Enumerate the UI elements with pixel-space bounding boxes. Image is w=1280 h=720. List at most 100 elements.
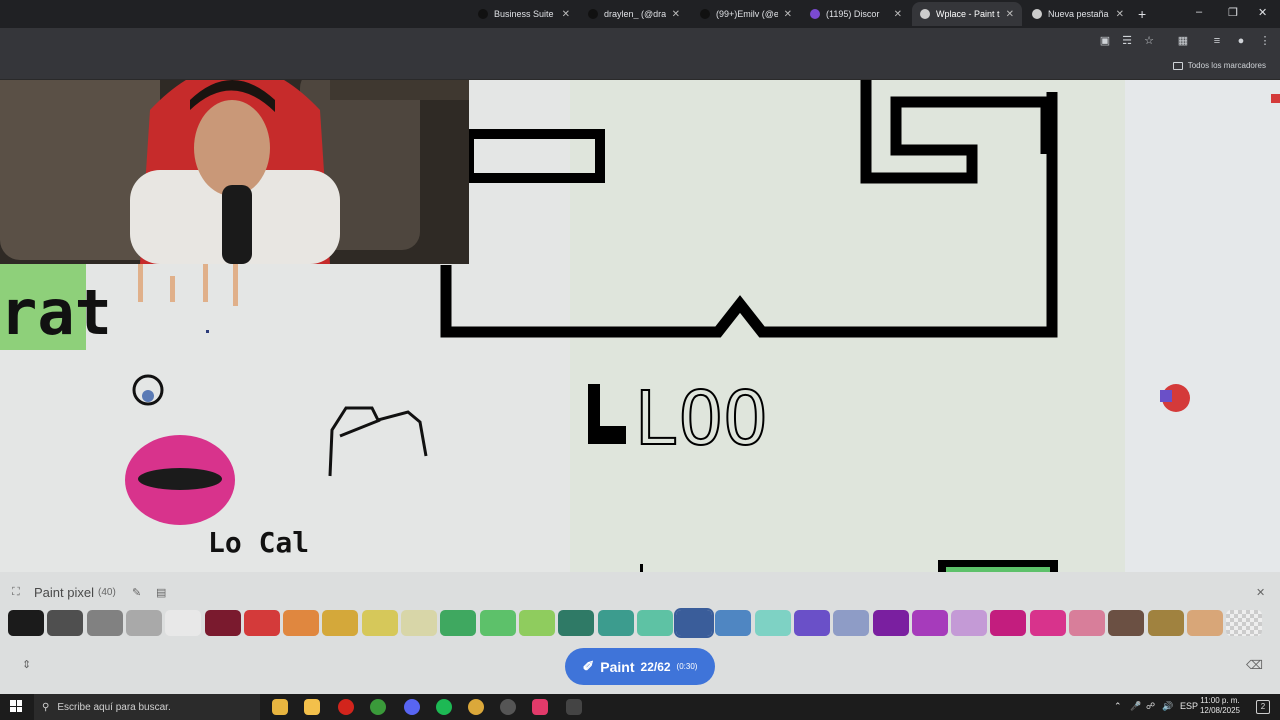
- color-swatch[interactable]: [794, 610, 830, 636]
- tab-title: (99+)Emilv (@em: [716, 9, 778, 19]
- tray-chevron-icon[interactable]: ⌃: [1114, 701, 1122, 712]
- media-player-icon[interactable]: [304, 699, 320, 715]
- color-swatch[interactable]: [755, 610, 791, 636]
- mic-icon[interactable]: 🎤: [1130, 701, 1141, 712]
- color-swatch[interactable]: [1069, 610, 1105, 636]
- save-icon[interactable]: ▤: [156, 586, 166, 599]
- color-swatch[interactable]: [283, 610, 319, 636]
- color-swatch[interactable]: [912, 610, 948, 636]
- tab-close-icon[interactable]: ✕: [672, 9, 680, 20]
- network-icon[interactable]: ☍: [1146, 701, 1155, 712]
- tab-item[interactable]: (1195) Discor ✕: [802, 2, 910, 26]
- tab-close-icon[interactable]: ✕: [562, 9, 570, 20]
- extensions-icon[interactable]: ▦: [1176, 34, 1190, 48]
- discord-icon[interactable]: [404, 699, 420, 715]
- loo-text: LOO: [634, 376, 768, 462]
- bookmark-star-icon[interactable]: ☆: [1142, 34, 1156, 48]
- media-icon[interactable]: ≡: [1210, 34, 1224, 48]
- tab-item[interactable]: draylen_ (@dray ✕: [580, 2, 688, 26]
- file-explorer-icon[interactable]: [272, 699, 288, 715]
- color-swatch[interactable]: [165, 610, 201, 636]
- color-swatch[interactable]: [126, 610, 162, 636]
- tab-close-icon[interactable]: ✕: [784, 9, 792, 20]
- color-swatch[interactable]: [47, 610, 83, 636]
- tab-item[interactable]: Nueva pestaña ✕: [1024, 2, 1132, 26]
- color-swatch[interactable]: [637, 610, 673, 636]
- discord-icon: [810, 9, 820, 19]
- tab-close-icon[interactable]: ✕: [1116, 9, 1124, 20]
- color-swatch[interactable]: [244, 610, 280, 636]
- color-swatch[interactable]: [322, 610, 358, 636]
- expand-icon[interactable]: ⛶: [12, 586, 20, 599]
- color-swatch[interactable]: [715, 610, 751, 636]
- tab-close-icon[interactable]: ✕: [894, 9, 902, 20]
- tab-close-icon[interactable]: ✕: [1006, 9, 1014, 20]
- notifications-badge[interactable]: 2: [1256, 700, 1270, 714]
- color-swatch[interactable]: [1226, 610, 1262, 636]
- settings-icon[interactable]: [566, 699, 582, 715]
- color-swatch[interactable]: [8, 610, 44, 636]
- browser-toolbar: [0, 28, 1280, 56]
- restore-icon[interactable]: ❐: [1228, 6, 1238, 19]
- color-swatch[interactable]: [833, 610, 869, 636]
- paint-count: 22/62: [640, 659, 671, 674]
- screen: Business Suite | T✕draylen_ (@dray✕(99+)…: [0, 0, 1280, 720]
- color-swatch[interactable]: [440, 610, 476, 636]
- pixel-canvas[interactable]: rat LOO Lo Cal: [0, 80, 1280, 572]
- color-swatch[interactable]: [598, 610, 634, 636]
- chrome-icon[interactable]: [468, 699, 484, 715]
- webcam-overlay: [0, 80, 469, 264]
- color-swatch[interactable]: [1108, 610, 1144, 636]
- paint-button[interactable]: ✐ Paint 22/62 (0:30): [565, 648, 715, 685]
- clock-date: 12/08/2025: [1199, 706, 1240, 715]
- obs-icon[interactable]: [500, 699, 516, 715]
- tab-item[interactable]: Wplace - Paint th ✕: [912, 2, 1022, 26]
- tiktok-live-icon[interactable]: [532, 699, 548, 715]
- color-swatch[interactable]: [1187, 610, 1223, 636]
- pencil-icon[interactable]: ✎: [132, 586, 141, 599]
- color-swatch[interactable]: [401, 610, 437, 636]
- volume-icon[interactable]: 🔊: [1162, 701, 1173, 712]
- language-indicator[interactable]: ESP: [1180, 701, 1198, 711]
- menu-icon[interactable]: ⋮: [1258, 34, 1272, 48]
- cast-icon[interactable]: ▣: [1098, 34, 1112, 48]
- color-swatch[interactable]: [951, 610, 987, 636]
- app-green-icon[interactable]: [370, 699, 386, 715]
- color-swatch[interactable]: [674, 608, 714, 638]
- taskbar-search[interactable]: ⚲ Escribe aquí para buscar.: [34, 694, 260, 720]
- color-swatch[interactable]: [87, 610, 123, 636]
- tab-title: draylen_ (@dray: [604, 9, 666, 19]
- tab-item[interactable]: Business Suite | T ✕: [470, 2, 578, 26]
- close-panel-icon[interactable]: ✕: [1256, 586, 1265, 599]
- search-placeholder: Escribe aquí para buscar.: [57, 701, 171, 713]
- eraser-icon[interactable]: ⌫: [1246, 658, 1263, 672]
- tab-title: Wplace - Paint th: [936, 9, 1000, 19]
- color-swatch[interactable]: [1148, 610, 1184, 636]
- clock[interactable]: 11:00 p. m. 12/08/2025: [1200, 696, 1240, 716]
- translate-icon[interactable]: ☴: [1120, 34, 1134, 48]
- opera-icon[interactable]: [338, 699, 354, 715]
- color-swatch[interactable]: [480, 610, 516, 636]
- tab-title: (1195) Discor: [826, 9, 880, 19]
- panel-title: Paint pixel: [34, 585, 94, 600]
- all-bookmarks[interactable]: Todos los marcadores: [1172, 61, 1266, 70]
- color-swatch[interactable]: [519, 610, 555, 636]
- color-swatch[interactable]: [990, 610, 1026, 636]
- color-swatch[interactable]: [558, 610, 594, 636]
- globe-icon: [920, 9, 930, 19]
- color-swatch[interactable]: [1030, 610, 1066, 636]
- minimize-icon[interactable]: –: [1196, 6, 1202, 18]
- tab-item[interactable]: (99+)Emilv (@em ✕: [692, 2, 800, 26]
- close-window-icon[interactable]: ✕: [1258, 6, 1267, 19]
- color-swatch[interactable]: [205, 610, 241, 636]
- new-tab-button[interactable]: +: [1138, 6, 1146, 22]
- windows-start-icon[interactable]: [10, 700, 22, 712]
- color-swatch[interactable]: [362, 610, 398, 636]
- color-swatch[interactable]: [873, 610, 909, 636]
- spotify-icon[interactable]: [436, 699, 452, 715]
- all-bookmarks-label: Todos los marcadores: [1187, 61, 1266, 70]
- profile-avatar[interactable]: ●: [1234, 34, 1248, 48]
- bookmarks-bar: [0, 56, 1280, 80]
- collapse-icon[interactable]: ⇕: [22, 658, 31, 671]
- local-text: Lo Cal: [208, 526, 309, 559]
